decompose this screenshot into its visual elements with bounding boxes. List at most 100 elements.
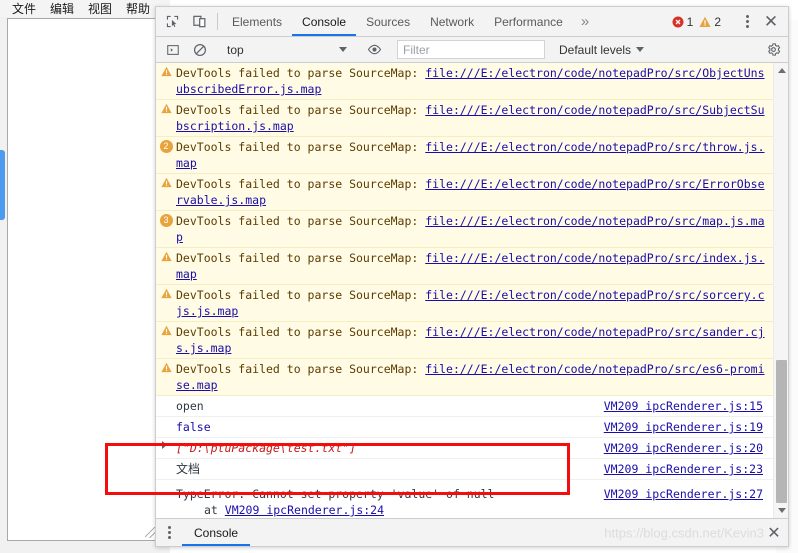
message-prefix: DevTools failed to parse SourceMap: — [176, 325, 426, 339]
repeat-count-badge: 3 — [156, 213, 176, 245]
console-message-row[interactable]: open VM209 ipcRenderer.js:15 — [156, 396, 773, 417]
console-message-row[interactable]: DevTools failed to parse SourceMap: file… — [156, 322, 773, 359]
menu-item-edit[interactable]: 编辑 — [50, 2, 74, 16]
eye-icon[interactable] — [361, 42, 388, 57]
warning-count-badge[interactable]: 2 — [699, 15, 721, 29]
chevron-down-icon — [339, 47, 347, 52]
console-message-text: false — [176, 419, 603, 435]
console-message-row[interactable]: DevTools failed to parse SourceMap: file… — [156, 285, 773, 322]
inspect-cursor-icon[interactable] — [159, 7, 186, 36]
warning-triangle-icon — [156, 361, 176, 393]
source-link-text[interactable]: VM209 ipcRenderer.js:27 — [604, 487, 763, 501]
message-prefix: DevTools failed to parse SourceMap: — [176, 362, 426, 376]
console-message-row[interactable]: DevTools failed to parse SourceMap: file… — [156, 100, 773, 137]
source-link-text[interactable]: VM209 ipcRenderer.js:15 — [604, 399, 763, 413]
message-prefix: DevTools failed to parse SourceMap: — [176, 214, 426, 228]
warning-triangle-icon — [156, 250, 176, 282]
console-message-area: DevTools failed to parse SourceMap: file… — [156, 63, 788, 518]
console-message-row[interactable]: false VM209 ipcRenderer.js:19 — [156, 417, 773, 438]
boolean-value: false — [176, 420, 211, 434]
scroll-up-arrow-icon[interactable] — [774, 63, 788, 78]
console-message-row[interactable]: 2 DevTools failed to parse SourceMap: fi… — [156, 137, 773, 174]
devtools-drawer: Console https://blog.csdn.net/Kevin3 ✕ — [156, 518, 788, 546]
kebab-menu-icon[interactable] — [736, 14, 758, 29]
console-scrollbar[interactable] — [773, 63, 788, 518]
console-message-text: DevTools failed to parse SourceMap: file… — [176, 176, 773, 208]
console-source-link[interactable]: VM209 ipcRenderer.js:27 — [603, 486, 773, 518]
tab-console[interactable]: Console — [292, 7, 356, 36]
filter-input[interactable] — [397, 40, 545, 59]
console-message-text: DevTools failed to parse SourceMap: file… — [176, 287, 773, 319]
scroll-down-arrow-icon[interactable] — [774, 503, 788, 518]
console-message-list: DevTools failed to parse SourceMap: file… — [156, 63, 773, 518]
console-source-link[interactable]: VM209 ipcRenderer.js:20 — [603, 440, 773, 456]
console-message-row[interactable]: 3 DevTools failed to parse SourceMap: fi… — [156, 211, 773, 248]
app-text-editor[interactable] — [7, 18, 159, 541]
console-message-row[interactable]: DevTools failed to parse SourceMap: file… — [156, 359, 773, 396]
menu-item-file[interactable]: 文件 — [12, 2, 36, 16]
tab-sources[interactable]: Sources — [356, 7, 420, 36]
message-gutter — [156, 486, 176, 518]
execution-context-select[interactable]: top — [222, 40, 352, 59]
console-message-text: DevTools failed to parse SourceMap: file… — [176, 213, 773, 245]
warning-count-text: 2 — [714, 14, 721, 29]
expand-arrow-icon[interactable] — [156, 440, 176, 456]
console-message-text: open — [176, 399, 204, 413]
stack-prefix: at — [204, 503, 225, 517]
app-menubar: 文件 编辑 视图 帮助 — [0, 0, 170, 17]
menu-item-help[interactable]: 帮助 — [126, 2, 150, 16]
devtools-tabbar: Elements Console Sources Network Perform… — [156, 7, 788, 37]
console-message-text: ["D:\ptuPackage\test.txt"] — [176, 440, 603, 456]
message-prefix: DevTools failed to parse SourceMap: — [176, 140, 426, 154]
console-message-text: DevTools failed to parse SourceMap: file… — [176, 102, 773, 134]
warning-triangle-icon — [156, 176, 176, 208]
drawer-tab-console[interactable]: Console — [182, 519, 250, 546]
drawer-kebab-menu-icon[interactable] — [156, 519, 182, 546]
console-message-row[interactable]: DevTools failed to parse SourceMap: file… — [156, 63, 773, 100]
console-sidebar-icon[interactable] — [159, 43, 186, 57]
error-count-badge[interactable]: 1 — [672, 15, 693, 29]
source-link-text[interactable]: VM209 ipcRenderer.js:23 — [604, 462, 763, 476]
tab-performance[interactable]: Performance — [484, 7, 573, 36]
console-message-row[interactable]: DevTools failed to parse SourceMap: file… — [156, 248, 773, 285]
clear-console-icon[interactable] — [186, 43, 213, 57]
console-message-text: DevTools failed to parse SourceMap: file… — [176, 139, 773, 171]
tabbar-right-controls: 1 2 ✕ — [672, 7, 788, 36]
drawer-close-icon[interactable]: ✕ — [760, 519, 788, 546]
more-tabs-icon[interactable]: » — [573, 7, 597, 36]
console-message-text: DevTools failed to parse SourceMap: file… — [176, 324, 773, 356]
source-link-text[interactable]: VM209 ipcRenderer.js:20 — [604, 441, 763, 455]
console-source-link[interactable]: VM209 ipcRenderer.js:15 — [603, 398, 773, 414]
scrollbar-thumb[interactable] — [776, 360, 787, 503]
message-prefix: DevTools failed to parse SourceMap: — [176, 103, 426, 117]
message-prefix: DevTools failed to parse SourceMap: — [176, 251, 426, 265]
console-message-row[interactable]: 文档 VM209 ipcRenderer.js:23 — [156, 459, 773, 480]
watermark-text: https://blog.csdn.net/Kevin3 — [604, 525, 764, 540]
console-error-row[interactable]: TypeError: Cannot set property 'value' o… — [156, 480, 773, 518]
toolbar-divider — [217, 13, 218, 30]
warning-triangle-icon — [699, 16, 711, 28]
error-stack-line: at VM209 ipcRenderer.js:24 — [176, 502, 597, 518]
log-levels-select[interactable]: Default levels — [553, 40, 650, 59]
gear-icon[interactable] — [758, 42, 788, 57]
console-source-link[interactable]: VM209 ipcRenderer.js:19 — [603, 419, 773, 435]
menu-item-view[interactable]: 视图 — [88, 2, 112, 16]
warning-triangle-icon — [156, 324, 176, 356]
console-message-text: DevTools failed to parse SourceMap: file… — [176, 65, 773, 97]
tab-network[interactable]: Network — [420, 7, 484, 36]
repeat-count-text: 2 — [159, 140, 173, 153]
warning-triangle-icon — [156, 102, 176, 134]
source-link-text[interactable]: VM209 ipcRenderer.js:19 — [604, 420, 763, 434]
message-prefix: DevTools failed to parse SourceMap: — [176, 177, 426, 191]
stack-source-link[interactable]: VM209 ipcRenderer.js:24 — [225, 503, 384, 517]
console-message-row[interactable]: DevTools failed to parse SourceMap: file… — [156, 174, 773, 211]
device-toolbar-icon[interactable] — [186, 7, 213, 36]
background-accent-strip — [0, 150, 5, 220]
error-circle-icon — [672, 16, 684, 28]
close-icon[interactable]: ✕ — [758, 12, 784, 32]
console-message-row[interactable]: ["D:\ptuPackage\test.txt"] VM209 ipcRend… — [156, 438, 773, 459]
console-source-link[interactable]: VM209 ipcRenderer.js:23 — [603, 461, 773, 477]
tab-elements[interactable]: Elements — [222, 7, 292, 36]
console-message-text: DevTools failed to parse SourceMap: file… — [176, 361, 773, 393]
array-value: ["D:\ptuPackage\test.txt"] — [176, 441, 357, 455]
